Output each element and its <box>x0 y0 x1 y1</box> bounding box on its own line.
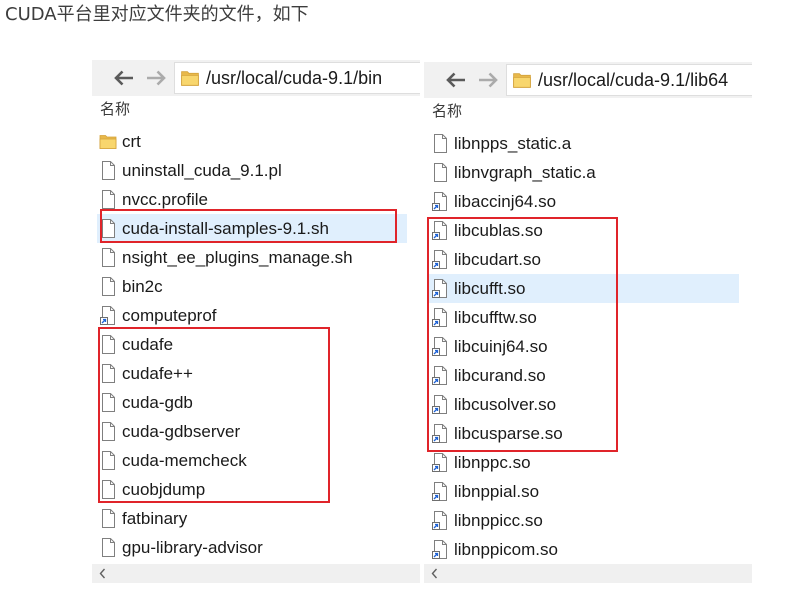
file-name: computeprof <box>122 306 217 325</box>
address-bar: /usr/local/cuda-9.1/lib64 <box>424 62 752 98</box>
column-header-name[interactable]: 名称 <box>98 99 132 119</box>
horizontal-scrollbar[interactable] <box>92 564 420 583</box>
file-row[interactable]: libnpps_static.a <box>429 129 739 158</box>
address-field[interactable]: /usr/local/cuda-9.1/lib64 <box>506 64 752 96</box>
annotation-box <box>100 209 397 243</box>
file-icon <box>99 189 117 210</box>
file-icon <box>431 133 449 154</box>
file-row[interactable]: bin2c <box>97 272 407 301</box>
scroll-left-button[interactable] <box>428 564 442 583</box>
file-icon <box>431 162 449 183</box>
file-icon <box>99 537 117 558</box>
file-icon <box>99 247 117 268</box>
file-name: gpu-library-advisor <box>122 538 263 557</box>
shortcut-file-icon <box>431 452 449 473</box>
file-row[interactable]: libaccinj64.so <box>429 187 739 216</box>
address-path: /usr/local/cuda-9.1/lib64 <box>538 70 729 90</box>
file-row[interactable]: uninstall_cuda_9.1.pl <box>97 156 407 185</box>
address-path: /usr/local/cuda-9.1/bin <box>206 68 383 88</box>
arrow-left-icon <box>111 69 135 87</box>
column-header-name[interactable]: 名称 <box>430 101 464 121</box>
chevron-left-icon <box>99 568 106 579</box>
chevron-left-icon <box>431 568 438 579</box>
scroll-left-button[interactable] <box>96 564 110 583</box>
back-button[interactable] <box>111 69 135 87</box>
back-button[interactable] <box>443 71 467 89</box>
annotation-box <box>98 327 330 503</box>
file-row[interactable]: computeprof <box>97 301 407 330</box>
file-name: libnppicom.so <box>454 540 558 559</box>
folder-icon <box>99 131 117 152</box>
file-name: libnppicc.so <box>454 511 543 530</box>
shortcut-file-icon <box>99 305 117 326</box>
file-row[interactable]: libnppc.so <box>429 448 739 477</box>
file-row[interactable]: libnppicom.so <box>429 535 739 564</box>
horizontal-scrollbar[interactable] <box>424 564 752 583</box>
file-row[interactable]: nsight_ee_plugins_manage.sh <box>97 243 407 272</box>
file-icon <box>99 160 117 181</box>
file-name: libaccinj64.so <box>454 192 557 211</box>
shortcut-file-icon <box>431 539 449 560</box>
file-name: fatbinary <box>122 509 188 528</box>
annotation-box <box>427 217 618 452</box>
file-row[interactable]: libnppicc.so <box>429 506 739 535</box>
address-bar: /usr/local/cuda-9.1/bin <box>92 60 420 96</box>
explorer-pane-bin: /usr/local/cuda-9.1/bin 名称 crt uninstall_… <box>92 60 420 583</box>
forward-button[interactable] <box>477 71 501 89</box>
file-row[interactable]: libnvgraph_static.a <box>429 158 739 187</box>
explorer-pane-lib64: /usr/local/cuda-9.1/lib64 名称 libnpps_sta… <box>424 62 752 583</box>
file-name: libnppc.so <box>454 453 531 472</box>
file-name: libnpps_static.a <box>454 134 572 153</box>
arrow-right-icon <box>477 71 501 89</box>
arrow-left-icon <box>443 71 467 89</box>
file-name: bin2c <box>122 277 163 296</box>
file-name: uninstall_cuda_9.1.pl <box>122 161 282 180</box>
forward-button[interactable] <box>145 69 169 87</box>
intro-text: CUDA平台里对应文件夹的文件，如下 <box>5 4 309 25</box>
file-icon <box>99 276 117 297</box>
folder-icon <box>180 67 200 89</box>
file-row[interactable]: fatbinary <box>97 504 407 533</box>
file-row[interactable]: gpu-library-advisor <box>97 533 407 562</box>
file-name: libnvgraph_static.a <box>454 163 596 182</box>
file-icon <box>99 508 117 529</box>
file-name: nsight_ee_plugins_manage.sh <box>122 248 353 267</box>
file-row[interactable]: crt <box>97 127 407 156</box>
shortcut-file-icon <box>431 481 449 502</box>
arrow-right-icon <box>145 69 169 87</box>
file-row[interactable]: libnppial.so <box>429 477 739 506</box>
folder-icon <box>512 69 532 91</box>
shortcut-file-icon <box>431 510 449 531</box>
shortcut-file-icon <box>431 191 449 212</box>
file-name: crt <box>122 132 141 151</box>
file-name: libnppial.so <box>454 482 540 501</box>
address-field[interactable]: /usr/local/cuda-9.1/bin <box>174 62 420 94</box>
